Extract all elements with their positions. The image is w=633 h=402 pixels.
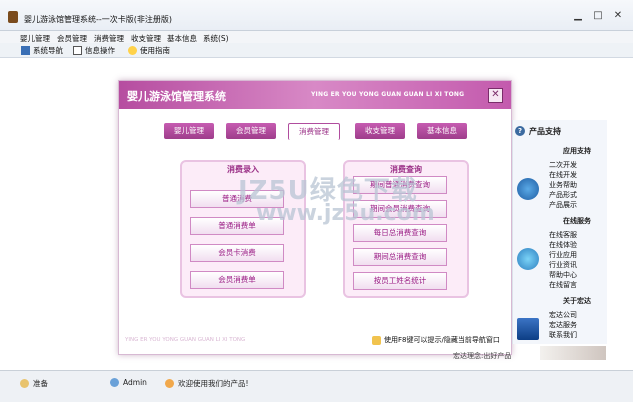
sidebar-link[interactable]: 宏达公司 bbox=[549, 310, 577, 320]
navigation-icon bbox=[21, 46, 30, 55]
sidebar-link[interactable]: 在线客服 bbox=[549, 230, 577, 240]
status-ready: 准备 bbox=[20, 378, 48, 389]
toolbar-label: 系统导航 bbox=[33, 46, 63, 55]
status-bar: 准备 Admin 欢迎使用我们的产品! bbox=[0, 370, 633, 402]
tab-baby-management[interactable]: 婴儿管理 bbox=[164, 123, 214, 139]
monitor-icon bbox=[517, 318, 539, 340]
window-title: 婴儿游泳馆管理系统--一次卡版(非注册版) bbox=[24, 15, 173, 24]
app-window: 婴儿游泳馆管理系统--一次卡版(非注册版) ▁ □ ✕ 婴儿管理 会员管理 消费… bbox=[0, 0, 633, 402]
toolbar-label: 使用指南 bbox=[140, 46, 170, 55]
sidebar-title: 产品支持 bbox=[529, 127, 561, 136]
toolbar-user-guide[interactable]: 使用指南 bbox=[128, 45, 170, 56]
sidebar-link[interactable]: 在线体验 bbox=[549, 240, 577, 250]
toolbar-info-operation[interactable]: 信息操作 bbox=[73, 45, 115, 56]
member-consumption-bill-button[interactable]: 会员消费单 bbox=[190, 271, 284, 289]
dialog-title: 婴儿游泳馆管理系统 bbox=[127, 90, 226, 103]
help-icon bbox=[128, 46, 137, 55]
product-support-sidebar: ? 产品支持 应用支持 二次开发 在线开发 业务帮助 产品形式 产品展示 在线服… bbox=[512, 120, 607, 344]
toolbar-label: 信息操作 bbox=[85, 46, 115, 55]
dialog-footer-tip: 使用F8键可以提示/隐藏当前导航窗口 bbox=[372, 335, 500, 345]
status-icon bbox=[20, 379, 29, 388]
tab-income-expense[interactable]: 收支管理 bbox=[355, 123, 405, 139]
close-button[interactable]: ✕ bbox=[610, 10, 626, 22]
daily-total-query-button[interactable]: 每日总消费查询 bbox=[353, 224, 447, 242]
maximize-button[interactable]: □ bbox=[590, 10, 606, 22]
help-circle-icon: ? bbox=[515, 126, 525, 136]
sidebar-link[interactable]: 行业资讯 bbox=[549, 260, 577, 270]
period-total-query-button[interactable]: 期间总消费查询 bbox=[353, 248, 447, 266]
member-card-consumption-button[interactable]: 会员卡消费 bbox=[190, 244, 284, 262]
dialog-footer-pinyin: YING ER YOU YONG GUAN GUAN LI XI TONG bbox=[125, 337, 246, 343]
tab-member-management[interactable]: 会员管理 bbox=[226, 123, 276, 139]
sidebar-link[interactable]: 在线开发 bbox=[549, 170, 577, 180]
welcome-text: 欢迎使用我们的产品! bbox=[178, 379, 249, 388]
toolbar: 系统导航 信息操作 使用指南 bbox=[0, 43, 633, 58]
company-slogan: 宏达理念:出好产品 bbox=[453, 352, 512, 360]
sidebar-link[interactable]: 帮助中心 bbox=[549, 270, 577, 280]
minimize-button[interactable]: ▁ bbox=[570, 10, 586, 22]
tab-basic-info[interactable]: 基本信息 bbox=[417, 123, 467, 139]
sidebar-header: ? 产品支持 bbox=[513, 126, 607, 138]
status-text: 准备 bbox=[33, 379, 48, 388]
sidebar-link[interactable]: 产品形式 bbox=[549, 190, 577, 200]
dialog-close-button[interactable]: ✕ bbox=[488, 88, 503, 103]
footer-gradient bbox=[540, 346, 606, 360]
tab-consumption-management[interactable]: 消费管理 bbox=[288, 123, 340, 140]
menu-bar: 婴儿管理 会员管理 消费管理 收支管理 基本信息 系统(S) bbox=[0, 31, 633, 43]
app-icon bbox=[8, 11, 18, 23]
section-title: 应用支持 bbox=[563, 147, 591, 155]
arrow-icon bbox=[517, 178, 539, 200]
sidebar-link[interactable]: 产品展示 bbox=[549, 200, 577, 210]
checkbox-icon bbox=[73, 46, 82, 55]
sidebar-link[interactable]: 在线留言 bbox=[549, 280, 577, 290]
employee-stats-button[interactable]: 按员工姓名统计 bbox=[353, 272, 447, 290]
dialog-title-bar: 婴儿游泳馆管理系统 YING ER YOU YONG GUAN GUAN LI … bbox=[119, 81, 511, 109]
sidebar-link[interactable]: 行业应用 bbox=[549, 250, 577, 260]
section-title: 关于宏达 bbox=[563, 297, 591, 305]
tip-icon bbox=[372, 335, 381, 345]
tip-text: 使用F8键可以提示/隐藏当前导航窗口 bbox=[384, 336, 500, 344]
user-name: Admin bbox=[123, 378, 147, 387]
sidebar-link[interactable]: 二次开发 bbox=[549, 160, 577, 170]
section-title: 在线服务 bbox=[563, 217, 591, 225]
dialog-title-pinyin: YING ER YOU YONG GUAN GUAN LI XI TONG bbox=[311, 91, 465, 98]
status-welcome: 欢迎使用我们的产品! bbox=[165, 378, 249, 389]
toolbar-system-navigation[interactable]: 系统导航 bbox=[21, 45, 63, 56]
title-bar: 婴儿游泳馆管理系统--一次卡版(非注册版) ▁ □ ✕ bbox=[0, 0, 633, 31]
info-icon bbox=[165, 379, 174, 388]
user-icon bbox=[110, 378, 119, 387]
sidebar-link[interactable]: 宏达服务 bbox=[549, 320, 577, 330]
globe-icon bbox=[517, 248, 539, 270]
sidebar-link[interactable]: 联系我们 bbox=[549, 330, 577, 340]
status-user: Admin bbox=[110, 378, 147, 387]
sidebar-link[interactable]: 业务帮助 bbox=[549, 180, 577, 190]
watermark-url: www.jz5u.com bbox=[256, 201, 435, 226]
